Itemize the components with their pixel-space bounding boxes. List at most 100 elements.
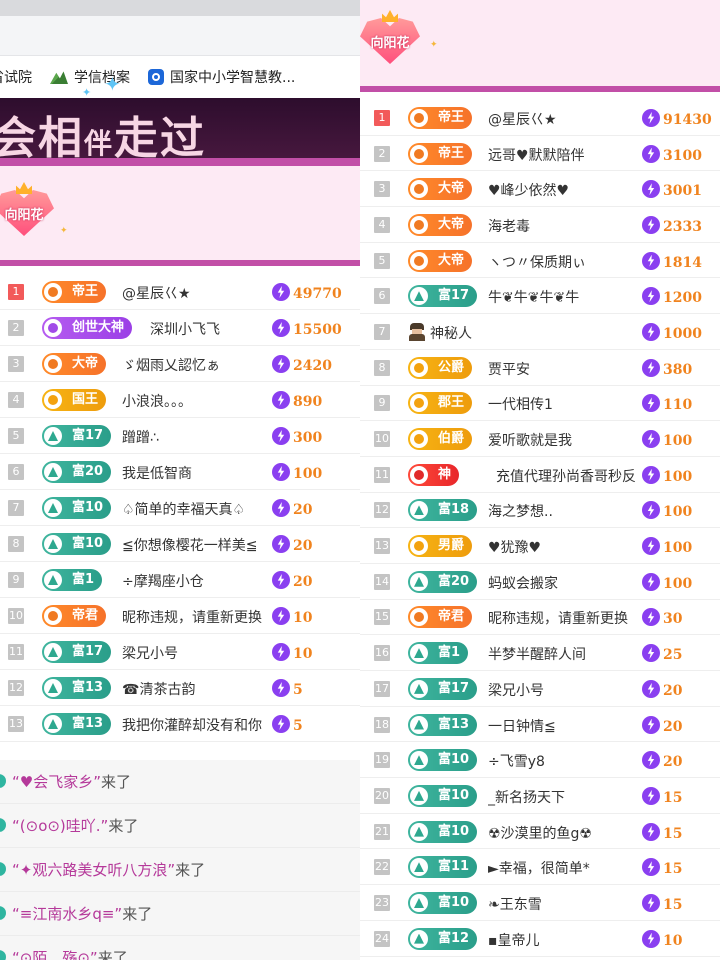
score-value: 91430 [663,111,712,128]
user-name[interactable]: ÷飞雪y8 [488,751,545,771]
chat-nickname[interactable]: “⊙陌、殇⊙” [12,949,98,960]
ranking-row[interactable]: 13 男爵 ♥犹豫♥ 100 [360,528,720,564]
ranking-row[interactable]: 1 帝王 @星辰巜★ 91430 [360,100,720,136]
ranking-row[interactable]: 11 神 充值代理孙尚香哥秒反 100 [360,457,720,493]
level-icon [410,751,428,770]
user-name[interactable]: 梁兄小号 [122,643,178,663]
ranking-row[interactable]: 4 国王 小浪浪。。。 890 [0,382,360,418]
ranking-row[interactable]: 12 富13 ☎清茶古韵 5 [0,670,360,706]
ranking-row[interactable]: 2 创世大神 深圳小飞飞 15500 [0,310,360,346]
user-name[interactable]: 爱听歌就是我 [488,430,572,450]
user-name[interactable]: ☢沙漠里的鱼g☢ [488,823,592,843]
user-name[interactable]: 贾平安 [488,359,530,379]
user-name[interactable]: 远哥♥默默陪伴 [488,145,585,165]
ranking-row[interactable]: 2 帝王 远哥♥默默陪伴 3100 [360,136,720,172]
score-value: 1000 [663,325,702,342]
ranking-row[interactable]: 9 富1 ÷摩羯座小仓 20 [0,562,360,598]
user-name[interactable]: ヽつ〃保质期ぃ [488,252,586,272]
header-zone: 向阳花 ✦ [360,0,720,86]
chat-suffix: 来了 [108,817,139,835]
rank-number: 2 [8,320,24,336]
chat-nickname[interactable]: “✦观六路美女听八方浪” [12,861,175,879]
ranking-row[interactable]: 12 富18 海之梦想.. 100 [360,493,720,529]
user-name[interactable]: _新名扬天下 [488,787,565,807]
ranking-row[interactable]: 3 大帝 ゞ烟雨乂認忆ぁ 2420 [0,346,360,382]
user-name[interactable]: 昵称违规，请重新更换 [488,608,628,628]
user-name[interactable]: @星辰巜★ [488,109,557,129]
ranking-row[interactable]: 15 帝君 昵称违规，请重新更换 30 [360,600,720,636]
bookmark-item[interactable]: 国家中小学智慧教... [148,67,295,87]
score-value: 3100 [663,147,702,164]
level-badge: 富20 [42,461,112,483]
user-name[interactable]: 海老毒 [488,216,530,236]
rank-number: 7 [8,500,24,516]
lightning-icon [272,607,290,625]
user-name[interactable]: ≦你想像樱花一样美≦ [122,535,257,555]
user-name[interactable]: 一日钟情≦ [488,716,556,736]
chat-nickname[interactable]: “♥会飞家乡” [12,773,101,791]
bookmark-item[interactable]: 省试院 [0,67,32,87]
user-name[interactable]: ►幸福，很简单* [488,858,590,878]
chat-nickname[interactable]: “(⊙o⊙)哇吖.” [12,817,108,835]
user-name[interactable]: ♥峰少依然♥ [488,180,569,200]
ranking-row[interactable]: 5 富17 蹭蹭∴ 300 [0,418,360,454]
user-name[interactable]: 蚂蚁会搬家 [488,573,558,593]
ranking-row[interactable]: 6 富20 我是低智商 100 [0,454,360,490]
user-name[interactable]: 小浪浪。。。 [122,391,192,411]
ranking-row[interactable]: 17 富17 梁兄小号 20 [360,671,720,707]
user-name[interactable]: ❧王东雪 [488,894,542,914]
score: 10 [272,643,312,662]
user-name[interactable]: 一代相传1 [488,394,553,414]
user-name[interactable]: 我是低智商 [122,463,192,483]
level-icon [410,501,428,520]
ranking-row[interactable]: 18 富13 一日钟情≦ 20 [360,707,720,743]
ranking-row[interactable]: 11 富17 梁兄小号 10 [0,634,360,670]
user-name[interactable]: ÷摩羯座小仓 [122,571,204,591]
user-name[interactable]: 梁兄小号 [488,680,544,700]
user-name[interactable]: 半梦半醒醉人间 [488,644,586,664]
user-name[interactable]: ▪皇帝儿 [488,930,540,950]
ranking-row[interactable]: 20 富10 _新名扬天下 15 [360,778,720,814]
user-name[interactable]: 充值代理孙尚香哥秒反 [496,466,636,486]
user-name[interactable]: ☎清茶古韵 [122,679,195,699]
user-name[interactable]: 海之梦想.. [488,501,553,521]
user-name[interactable]: ゞ烟雨乂認忆ぁ [122,355,220,375]
ranking-row[interactable]: 7 神秘人 1000 [360,314,720,350]
ranking-row[interactable]: 16 富1 半梦半醒醉人间 25 [360,635,720,671]
ranking-row[interactable]: 24 富12 ▪皇帝儿 10 [360,921,720,957]
user-name[interactable]: 我把你灌醉却没有和你 [122,715,262,735]
ranking-row[interactable]: 8 富10 ≦你想像樱花一样美≦ 20 [0,526,360,562]
ranking-row[interactable]: 13 富13 我把你灌醉却没有和你 5 [0,706,360,742]
rank-number: 21 [374,823,390,840]
ranking-row[interactable]: 5 大帝 ヽつ〃保质期ぃ 1814 [360,243,720,279]
ranking-row[interactable]: 8 公爵 贾平安 380 [360,350,720,386]
user-name[interactable]: 蹭蹭∴ [122,427,159,447]
chat-nickname[interactable]: “≡江南水乡q≡” [12,905,122,923]
level-icon [410,394,428,413]
user-name[interactable]: 牛❦牛❦牛❦牛 [488,287,579,307]
user-name[interactable]: 神秘人 [430,323,472,343]
ranking-row[interactable]: 21 富10 ☢沙漠里的鱼g☢ 15 [360,814,720,850]
user-name[interactable]: ♤简单的幸福天真♤ [122,499,245,519]
ranking-row[interactable]: 10 伯爵 爱听歌就是我 100 [360,421,720,457]
ranking-row[interactable]: 23 富10 ❧王东雪 15 [360,885,720,921]
score: 10 [272,607,312,626]
ranking-row[interactable]: 9 郡王 一代相传1 110 [360,386,720,422]
user-name[interactable]: @星辰巜★ [122,283,191,303]
ranking-row[interactable]: 7 富10 ♤简单的幸福天真♤ 20 [0,490,360,526]
ranking-row[interactable]: 22 富11 ►幸福，很简单* 15 [360,849,720,886]
score: 100 [642,430,692,449]
level-badge: 富1 [408,642,469,665]
ranking-row[interactable]: 1 帝王 @星辰巜★ 49770 [0,274,360,310]
chat-text: “(⊙o⊙)哇吖.”来了 [12,815,138,836]
ranking-row[interactable]: 3 大帝 ♥峰少依然♥ 3001 [360,171,720,208]
user-name[interactable]: 深圳小飞飞 [150,319,220,339]
ranking-row[interactable]: 10 帝君 昵称违规，请重新更换 10 [0,598,360,634]
user-name[interactable]: ♥犹豫♥ [488,537,541,557]
ranking-row[interactable]: 4 大帝 海老毒 2333 [360,207,720,243]
user-name[interactable]: 昵称违规，请重新更换 [122,607,262,627]
chat-message: “⊙陌、殇⊙”来了 [0,936,360,960]
ranking-row[interactable]: 6 富17 牛❦牛❦牛❦牛 1200 [360,278,720,315]
ranking-row[interactable]: 19 富10 ÷飞雪y8 20 [360,742,720,779]
ranking-row[interactable]: 14 富20 蚂蚁会搬家 100 [360,564,720,600]
